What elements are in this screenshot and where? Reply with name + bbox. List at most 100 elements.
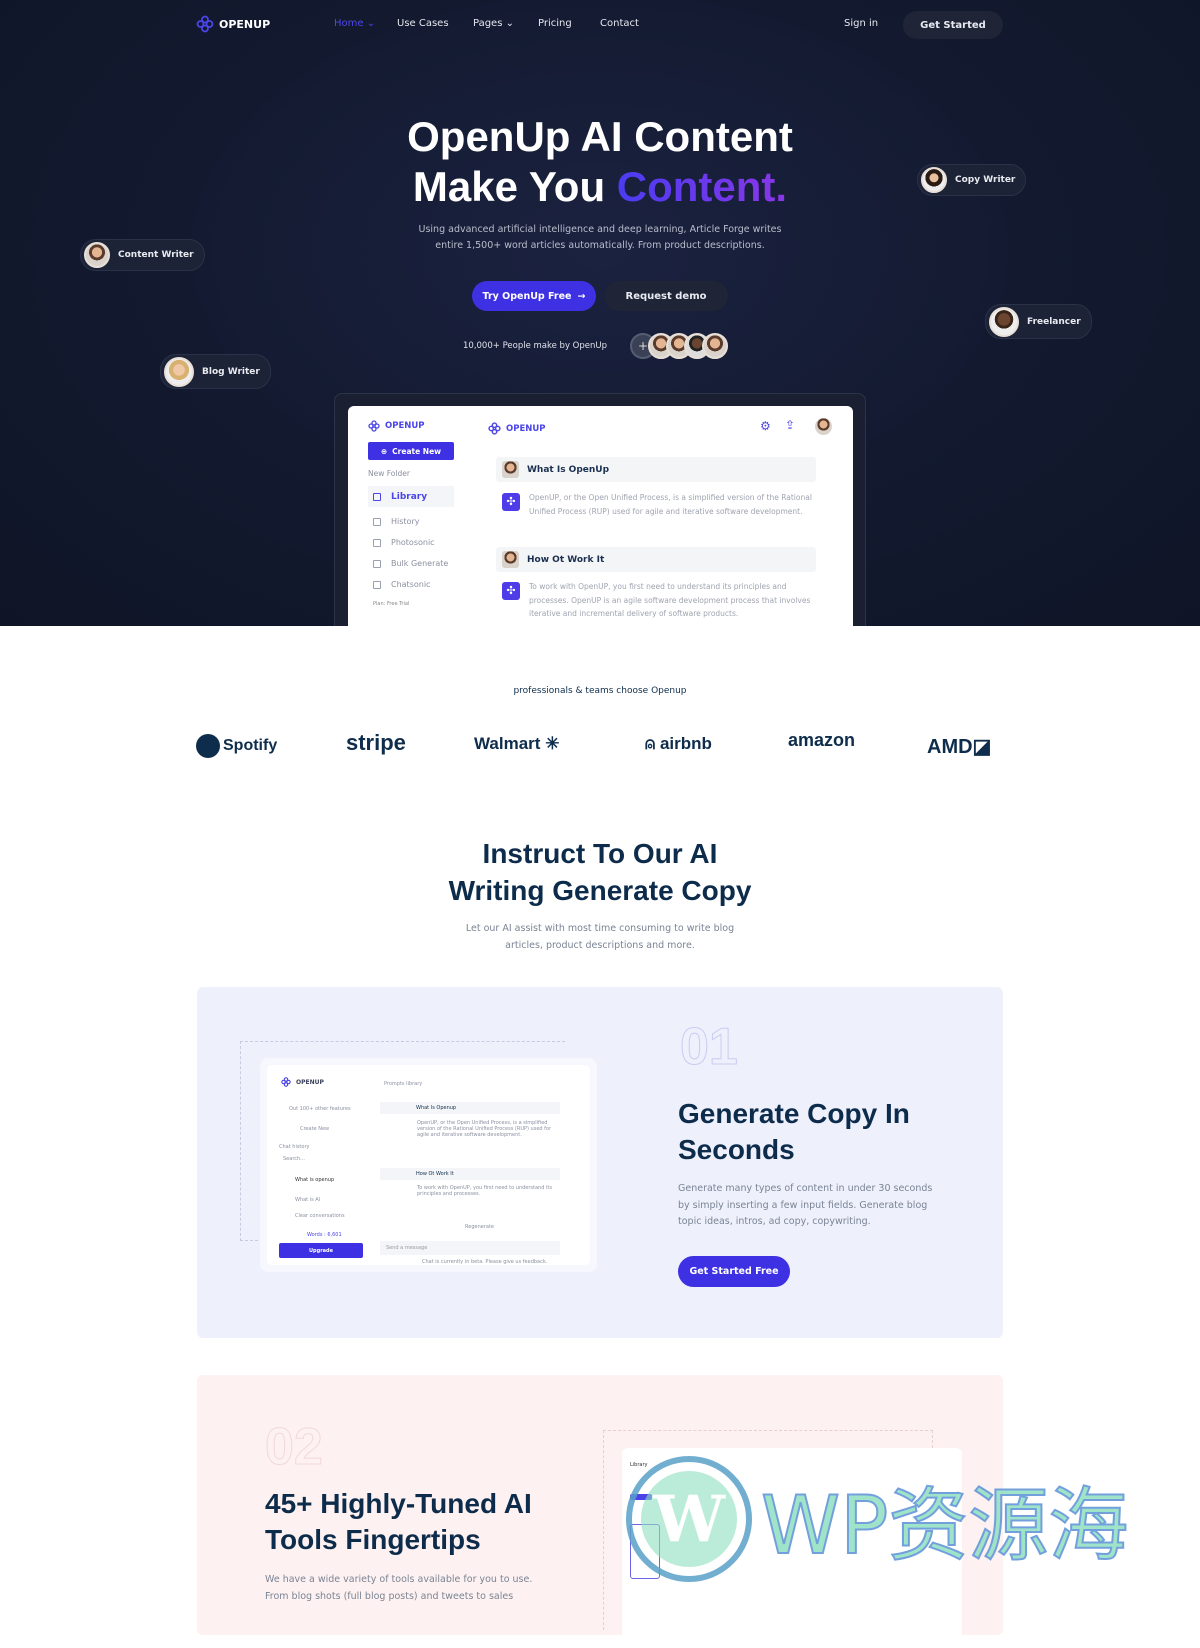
app-preview: OPENUP ⊕ Create New New Folder Library Hi…: [334, 393, 866, 626]
beta-notice: Chat is currently in beta. Please give u…: [422, 1259, 548, 1265]
logo-spotify: Spotify: [196, 734, 277, 758]
feature-number: 02: [265, 1418, 324, 1477]
hero-title-line1: OpenUp AI Content: [407, 113, 793, 160]
sidebar-item-photosonic[interactable]: Photosonic: [368, 532, 454, 553]
logo-walmart: Walmart ✳: [474, 734, 560, 753]
avatar: [502, 461, 519, 478]
history-search[interactable]: Search...: [283, 1156, 305, 1162]
arrow-right-icon: →: [577, 290, 586, 302]
sidebar-item-history[interactable]: History: [368, 511, 454, 532]
brands-label: professionals & teams choose Openup: [513, 686, 687, 696]
upgrade-button[interactable]: Upgrade: [279, 1243, 363, 1258]
nav-use-cases[interactable]: Use Cases: [397, 18, 449, 29]
feature-title-line2: Seconds: [678, 1134, 795, 1165]
section-title-line1: Instruct To Our AI: [482, 838, 718, 869]
section-title-line2: Writing Generate Copy: [448, 875, 752, 906]
feature-title-line1: 45+ Highly-Tuned AI: [265, 1488, 532, 1519]
features-link[interactable]: Out 100+ other features: [289, 1106, 351, 1112]
question-row: How Ot Work It: [380, 1168, 560, 1180]
question-row: How Ot Work It: [496, 547, 816, 572]
create-new-button[interactable]: ⊕ Create New: [368, 442, 454, 460]
try-free-button[interactable]: Try OpenUp Free →: [472, 281, 596, 311]
svg-text:W: W: [652, 1482, 726, 1557]
answer-text: OpenUP, or the Open Unified Process, is …: [417, 1120, 552, 1138]
plan-label: Plan: Free Trial: [373, 601, 410, 607]
image-icon: [373, 538, 381, 547]
avatar: [702, 333, 728, 359]
feature-body: Generate many types of content in under …: [678, 1183, 933, 1227]
feature-card-1: OPENUP Prompts library Out 100+ other fe…: [197, 987, 1003, 1338]
avatar: [164, 356, 194, 387]
message-input[interactable]: Send a message: [380, 1241, 560, 1255]
wordpress-logo-icon: W: [626, 1456, 752, 1582]
avatar: [921, 167, 947, 193]
logo-airbnb: ⍝ airbnb: [645, 734, 712, 753]
chat-icon: [373, 580, 381, 589]
get-started-free-button[interactable]: Get Started Free: [678, 1256, 790, 1287]
regenerate-button[interactable]: Regenerate: [465, 1224, 494, 1230]
feature-title-line2: Tools Fingertips: [265, 1524, 481, 1555]
question-row: What Is Openup: [380, 1102, 560, 1114]
get-started-button[interactable]: Get Started: [903, 11, 1003, 39]
pill-blog-writer: Blog Writer: [160, 354, 271, 389]
feature-body: We have a wide variety of tools availabl…: [265, 1574, 533, 1602]
prompts-search[interactable]: Prompts library: [384, 1081, 422, 1087]
logo-icon: [196, 15, 214, 33]
upload-icon[interactable]: ⇪: [785, 418, 795, 432]
document-icon: [373, 559, 381, 568]
nav-pricing[interactable]: Pricing: [538, 18, 572, 29]
feature-number: 01: [680, 1018, 739, 1077]
avatar-stack: +: [630, 333, 728, 359]
brand-logo[interactable]: OPENUP: [196, 15, 270, 33]
request-demo-button[interactable]: Request demo: [604, 281, 728, 311]
answer-text: To work with OpenUP, you first need to u…: [417, 1185, 552, 1197]
sidebar-item-bulk-generate[interactable]: Bulk Generate: [368, 553, 454, 574]
chevron-down-icon: ⌄: [366, 18, 376, 29]
sidebar-item-library[interactable]: Library: [368, 486, 454, 507]
sidebar-item-chatsonic[interactable]: Chatsonic: [368, 574, 454, 595]
logo-stripe: stripe: [346, 730, 406, 755]
feature-mock: OPENUP Prompts library Out 100+ other fe…: [260, 1058, 597, 1272]
avatar: [84, 242, 110, 268]
answer-row: ✣ To work with OpenUP, you first need to …: [502, 580, 812, 621]
history-item[interactable]: What is openup: [295, 1177, 334, 1183]
feature-title-line1: Generate Copy In: [678, 1098, 910, 1129]
history-icon: [373, 517, 381, 526]
social-proof-text: 10,000+ People make by OpenUp: [463, 341, 607, 351]
answer-row: ✣ OpenUP, or the Open Unified Process, is…: [502, 491, 812, 518]
mock-brand: OPENUP: [281, 1077, 324, 1087]
create-new-button[interactable]: Create New: [300, 1126, 329, 1132]
pill-content-writer: Content Writer: [80, 239, 205, 271]
nav-home[interactable]: Home ⌄: [334, 18, 375, 29]
library-icon: [373, 492, 381, 501]
logo-amd: AMD◪: [927, 736, 992, 758]
logo-icon: [281, 1077, 291, 1087]
question-row: What Is OpenUp: [496, 457, 816, 482]
logo-icon: [488, 422, 501, 435]
hero-subtitle-line1: Using advanced artificial intelligence a…: [418, 224, 782, 235]
bot-icon: ✣: [502, 493, 520, 511]
user-avatar[interactable]: [815, 418, 832, 435]
watermark: W WP资源海: [625, 1455, 1129, 1583]
logo-icon: [368, 420, 380, 432]
history-item[interactable]: Clear conversations: [295, 1213, 345, 1219]
avatar: [502, 551, 519, 568]
mock-header-brand: OPENUP: [488, 422, 546, 435]
hero-section: OPENUP Home ⌄ Use Cases Pages ⌄ Pricing …: [0, 0, 1200, 626]
nav-pages[interactable]: Pages ⌄: [473, 18, 514, 29]
brand-name: OPENUP: [219, 17, 271, 31]
chat-history-label: Chat history: [279, 1144, 310, 1150]
settings-icon[interactable]: ⚙: [760, 419, 771, 433]
nav-contact[interactable]: Contact: [600, 18, 639, 29]
spark-icon: ✳: [545, 734, 560, 753]
spotify-icon: [196, 734, 220, 758]
sign-in-link[interactable]: Sign in: [844, 18, 878, 29]
airbnb-icon: ⍝: [645, 734, 656, 753]
words-count: Words : 6,601: [307, 1232, 342, 1238]
history-item[interactable]: What is AI: [295, 1197, 320, 1203]
pill-freelancer: Freelancer: [985, 304, 1092, 339]
pill-copy-writer: Copy Writer: [917, 164, 1027, 196]
logo-amazon: amazon: [788, 730, 856, 750]
chevron-down-icon: ⌄: [505, 18, 514, 29]
plus-circle-icon: ⊕: [380, 446, 388, 456]
